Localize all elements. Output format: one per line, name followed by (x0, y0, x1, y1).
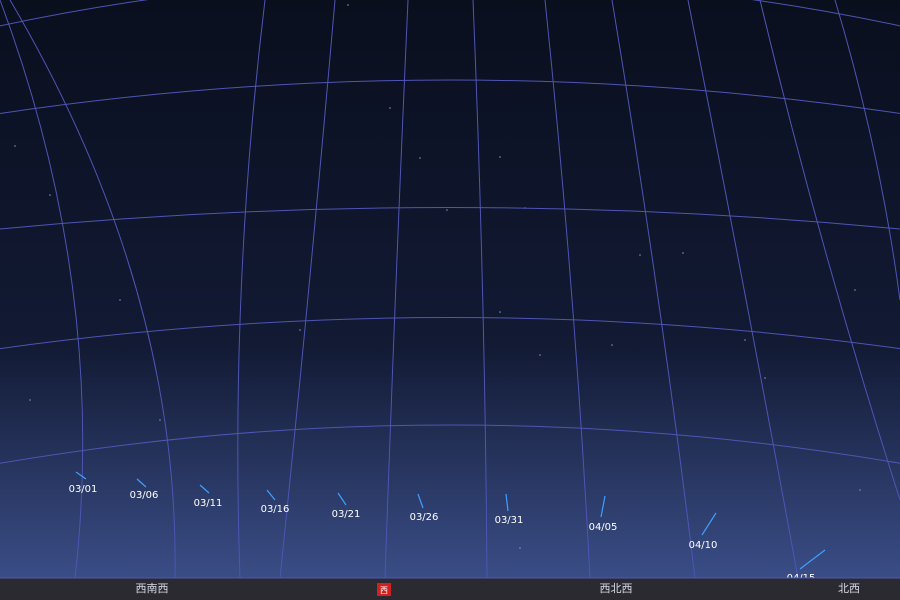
star (519, 547, 521, 549)
date-label: 04/05 (589, 522, 618, 533)
date-label: 03/01 (69, 484, 98, 495)
star (419, 157, 421, 159)
star (764, 377, 766, 379)
star (14, 145, 16, 147)
sky-chart: 03/01 03/06 03/11 03/16 03/21 03/26 03/31 04/05… (0, 0, 900, 600)
direction-label-wsw: 西南西 (136, 582, 169, 595)
date-label: 03/26 (410, 512, 439, 523)
star (299, 329, 301, 331)
date-label: 03/11 (194, 498, 223, 509)
star (499, 311, 501, 313)
star (499, 156, 501, 158)
star (159, 419, 161, 421)
date-label: 03/31 (495, 515, 524, 526)
star (859, 489, 861, 491)
date-label: 03/06 (130, 490, 159, 501)
date-label: 03/21 (332, 509, 361, 520)
star (611, 344, 613, 346)
star (347, 4, 349, 6)
direction-label-nw: 北西 (838, 582, 860, 595)
star (639, 254, 641, 256)
star (854, 289, 856, 291)
direction-label-w: 西 (380, 586, 388, 595)
date-label: 04/10 (689, 540, 718, 551)
star (389, 107, 391, 109)
star (446, 209, 448, 211)
star (682, 252, 684, 254)
date-label: 03/16 (261, 504, 290, 515)
horizon-bar: 西南西 西 西北西 北西 (0, 577, 900, 600)
star (29, 399, 31, 401)
star (744, 339, 746, 341)
star (119, 299, 121, 301)
star (49, 194, 51, 196)
direction-label-wnw: 西北西 (600, 582, 633, 595)
star (539, 354, 541, 356)
